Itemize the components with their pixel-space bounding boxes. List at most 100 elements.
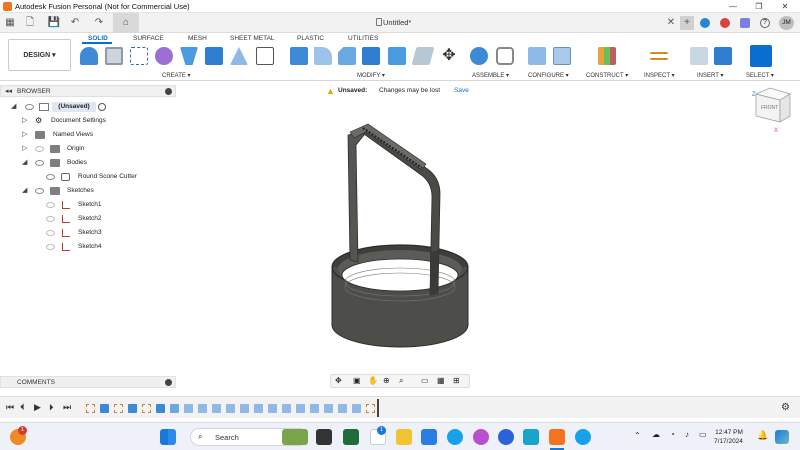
timeline-feature[interactable] — [184, 404, 193, 413]
configure-table-icon[interactable] — [528, 47, 546, 65]
select-group-label[interactable]: SELECT ▾ — [746, 72, 774, 79]
browser-item-named-views[interactable]: ▷ Named Views — [0, 129, 120, 141]
tab-plastic[interactable]: PLASTIC — [297, 35, 324, 42]
timeline-feature[interactable] — [100, 404, 109, 413]
home-tab[interactable]: ⌂ — [113, 13, 139, 33]
document-tab-title[interactable]: Untitled* — [383, 18, 411, 27]
expand-arrow-icon[interactable]: ▷ — [22, 115, 27, 127]
maximize-button[interactable]: ❐ — [746, 0, 772, 13]
pattern-icon[interactable] — [230, 47, 248, 65]
collapse-arrow-icon[interactable]: ◢ — [22, 157, 27, 169]
help-icon[interactable]: ? — [760, 18, 770, 28]
browser-item-sketch3[interactable]: Sketch3 — [0, 227, 120, 239]
timeline-feature[interactable] — [170, 404, 179, 413]
orbit-icon[interactable]: ✥ — [335, 376, 342, 385]
look-at-icon[interactable]: ▣ — [353, 376, 361, 385]
app-icon[interactable] — [421, 429, 437, 445]
extensions-icon[interactable] — [700, 18, 710, 28]
app-icon[interactable] — [343, 429, 359, 445]
browser-icon[interactable] — [575, 429, 591, 445]
timeline-feature[interactable] — [324, 404, 333, 413]
visibility-icon[interactable] — [46, 216, 55, 222]
split-body-icon[interactable] — [411, 47, 435, 65]
chamfer-icon[interactable] — [338, 47, 356, 65]
expand-arrow-icon[interactable]: ▷ — [22, 129, 27, 141]
timeline-feature[interactable] — [212, 404, 221, 413]
visibility-icon[interactable] — [46, 174, 55, 180]
viewports-icon[interactable]: ⊞ — [453, 376, 460, 385]
pin-panel-icon[interactable] — [165, 379, 172, 386]
insert-canvas-icon[interactable] — [714, 47, 732, 65]
select-icon[interactable] — [750, 45, 772, 67]
joint-icon[interactable] — [496, 47, 514, 65]
tab-sheet-metal[interactable]: SHEET METAL — [230, 35, 275, 42]
cloud-icon[interactable]: ☁ — [652, 430, 660, 439]
shell-icon[interactable] — [362, 47, 380, 65]
fusion-taskbar-icon[interactable] — [549, 429, 565, 445]
insert-group-label[interactable]: INSERT ▾ — [697, 72, 723, 79]
visibility-icon[interactable] — [46, 244, 55, 250]
close-tab-icon[interactable]: ✕ — [664, 16, 678, 30]
visibility-icon[interactable] — [46, 230, 55, 236]
tab-solid[interactable]: SOLID — [88, 35, 108, 42]
timeline-feature[interactable] — [226, 404, 235, 413]
viewcube[interactable]: FRONT Z X — [752, 87, 791, 134]
form-icon[interactable] — [155, 47, 173, 65]
timeline-feature[interactable] — [128, 404, 137, 413]
browser-item-sketch4[interactable]: Sketch4 — [0, 241, 120, 253]
bell-icon[interactable]: 🔔 — [757, 430, 768, 441]
canvas-viewport[interactable]: FRONT Z X — [178, 82, 800, 370]
timeline-feature[interactable] — [114, 404, 123, 413]
timeline-settings-icon[interactable]: ⚙ — [781, 402, 790, 413]
model-view[interactable]: FRONT Z X — [178, 82, 800, 370]
timeline-feature[interactable] — [338, 404, 347, 413]
timeline-feature[interactable] — [254, 404, 263, 413]
visibility-icon[interactable] — [35, 146, 44, 152]
timeline-feature[interactable] — [198, 404, 207, 413]
browser-item-bodies[interactable]: ◢ Bodies — [0, 157, 120, 169]
inspect-group-label[interactable]: INSPECT ▾ — [644, 72, 675, 79]
app-icon[interactable] — [473, 429, 489, 445]
workspace-switcher[interactable]: DESIGN ▾ — [8, 39, 71, 71]
browser-header[interactable]: ◂◂ BROWSER — [0, 85, 176, 97]
tab-utilities[interactable]: UTILITIES — [348, 35, 378, 42]
fillet-icon[interactable] — [314, 47, 332, 65]
wifi-icon[interactable]: ◔ — [670, 430, 675, 439]
collapse-panel-icon[interactable]: ◂◂ — [5, 86, 12, 97]
notifications-icon[interactable] — [740, 18, 750, 28]
browser-root-node[interactable]: ◢ (Unsaved) — [0, 101, 110, 113]
measure-icon[interactable] — [650, 52, 668, 60]
configure-group-label[interactable]: CONFIGURE ▾ — [528, 72, 569, 79]
box-icon[interactable] — [205, 47, 223, 65]
root-label[interactable]: (Unsaved) — [52, 102, 96, 112]
create-group-label[interactable]: CREATE ▾ — [162, 72, 191, 79]
scone-cutter-body[interactable] — [331, 123, 469, 348]
assemble-group-label[interactable]: ASSEMBLE ▾ — [472, 72, 509, 79]
timeline-feature[interactable] — [296, 404, 305, 413]
offset-plane-icon[interactable] — [598, 47, 616, 65]
timeline-feature[interactable] — [268, 404, 277, 413]
collapse-arrow-icon[interactable]: ◢ — [11, 101, 16, 113]
undo-icon[interactable]: ↶ — [68, 16, 82, 30]
redo-icon[interactable]: ↷ — [92, 16, 106, 30]
activate-radio-icon[interactable] — [98, 103, 106, 111]
new-tab-icon[interactable]: + — [680, 16, 694, 30]
close-button[interactable]: ✕ — [772, 0, 798, 13]
tab-surface[interactable]: SURFACE — [133, 35, 164, 42]
browser-item-origin[interactable]: ▷ Origin — [0, 143, 120, 155]
app-icon[interactable] — [523, 429, 539, 445]
zoom-icon[interactable]: ⊕ — [383, 376, 390, 385]
sketch-dimension-icon[interactable] — [256, 47, 274, 65]
collapse-arrow-icon[interactable]: ◢ — [22, 185, 27, 197]
minimize-button[interactable]: — — [720, 0, 746, 13]
app-icon[interactable] — [498, 429, 514, 445]
chevron-up-icon[interactable]: ⌃ — [634, 431, 641, 440]
browser-item-sketch1[interactable]: Sketch1 — [0, 199, 120, 211]
visibility-icon[interactable] — [46, 202, 55, 208]
timeline-feature[interactable] — [240, 404, 249, 413]
task-view-icon[interactable] — [316, 429, 332, 445]
configure-rules-icon[interactable] — [553, 47, 571, 65]
fit-icon[interactable]: ⌕ — [399, 376, 403, 386]
user-avatar[interactable]: JM — [779, 16, 794, 30]
extrude-icon[interactable] — [180, 47, 198, 65]
